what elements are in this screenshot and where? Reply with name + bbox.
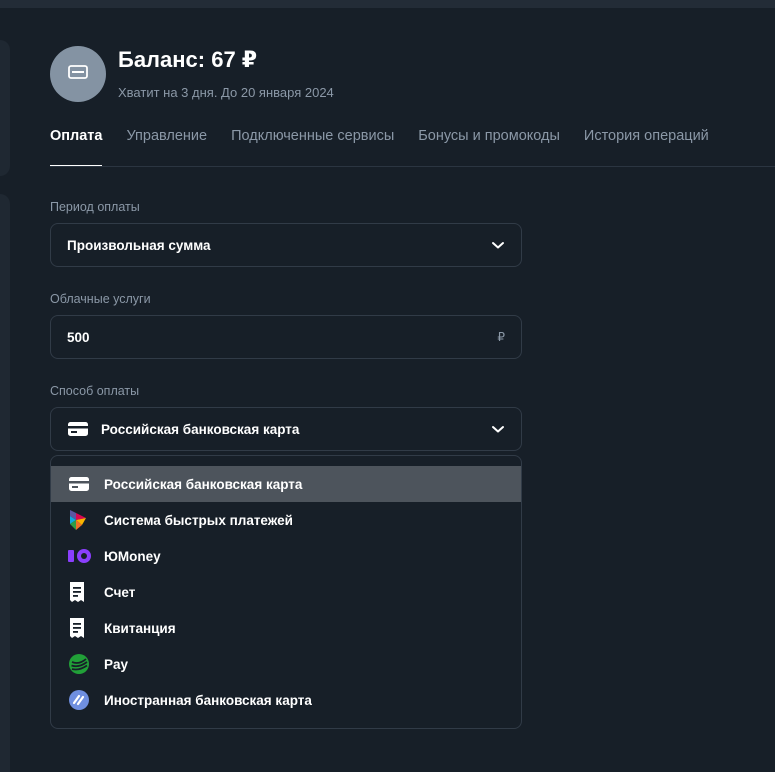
invoice-icon [68,580,92,604]
payment-option-invoice[interactable]: Счет [51,574,521,610]
chevron-down-icon [491,238,505,253]
amount-value: 500 [67,329,90,345]
yoomoney-icon [68,544,92,568]
period-value: Произвольная сумма [67,237,211,253]
chevron-down-icon [491,422,505,437]
payment-option-label: Квитанция [104,620,176,636]
payment-option-label: Pay [104,656,129,672]
payment-option-sber-pay[interactable]: Pay [51,646,521,682]
foreign-card-icon [68,688,92,712]
receipt-icon [68,616,92,640]
tab-bar: Оплата Управление Подключенные сервисы Б… [50,128,709,167]
side-panel-card [0,40,10,176]
period-label: Период оплаты [50,200,140,214]
balance-avatar [50,46,106,102]
currency-symbol: ₽ [497,330,505,344]
payment-option-yoomoney[interactable]: ЮMoney [51,538,521,574]
balance-title: Баланс: 67 ₽ [118,47,258,72]
payment-option-foreign-card[interactable]: Иностранная банковская карта [51,682,521,718]
tab-payment[interactable]: Оплата [50,128,103,167]
tab-history[interactable]: История операций [584,128,709,167]
payment-option-label: Счет [104,584,136,600]
payment-option-label: Российская банковская карта [104,476,303,492]
cloud-label: Облачные услуги [50,292,151,306]
top-bar [0,0,775,8]
tab-connected-services[interactable]: Подключенные сервисы [231,128,394,167]
payment-option-label: Система быстрых платежей [104,512,293,528]
payment-method-value: Российская банковская карта [101,421,300,437]
period-select[interactable]: Произвольная сумма [50,223,522,267]
side-panel-card [0,194,10,772]
balance-subtitle: Хватит на 3 дня. До 20 января 2024 [118,85,334,100]
payment-option-label: ЮMoney [104,548,161,564]
payment-option-label: Иностранная банковская карта [104,692,312,708]
sbp-icon [68,508,92,532]
card-icon [67,421,89,437]
card-icon [67,63,89,86]
tabs-divider [50,166,775,167]
payment-option-receipt[interactable]: Квитанция [51,610,521,646]
payment-option-russian-card[interactable]: Российская банковская карта [51,466,521,502]
sber-pay-icon [68,652,92,676]
card-icon [68,472,92,496]
payment-method-select[interactable]: Российская банковская карта [50,407,522,451]
tab-management[interactable]: Управление [126,128,207,167]
payment-method-dropdown: Российская банковская карта Система быст… [50,455,522,729]
method-label: Способ оплаты [50,384,140,398]
amount-input[interactable]: 500 ₽ [50,315,522,359]
payment-option-sbp[interactable]: Система быстрых платежей [51,502,521,538]
tab-bonuses[interactable]: Бонусы и промокоды [418,128,560,167]
